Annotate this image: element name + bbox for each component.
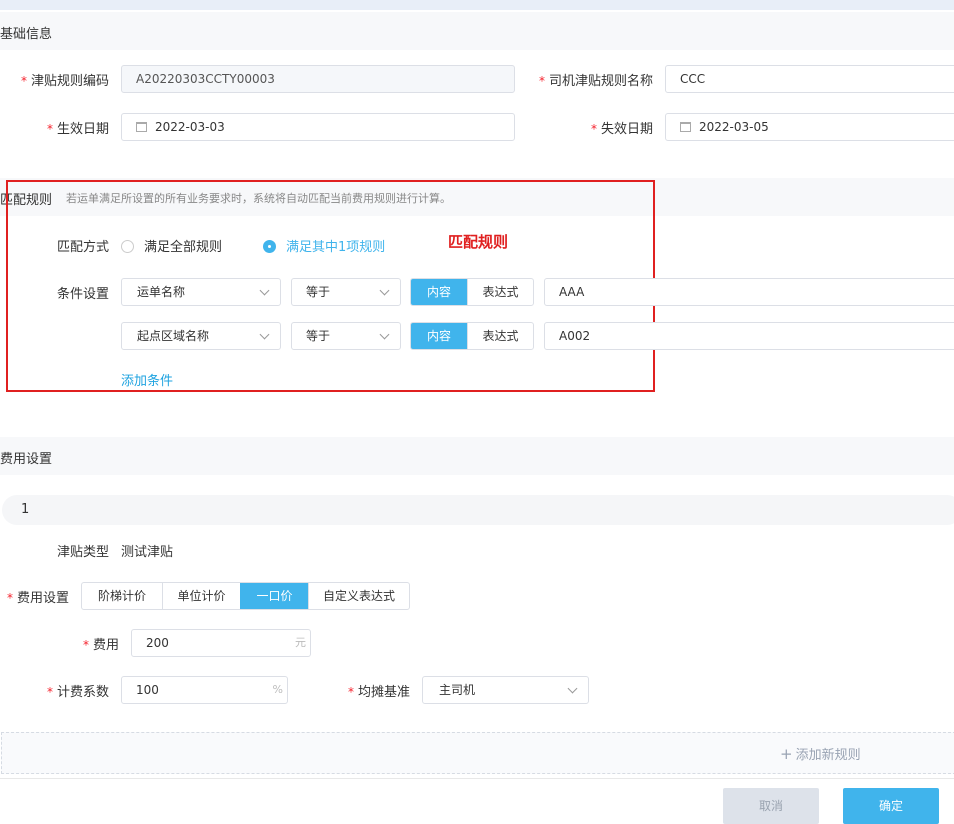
required-mark: * — [590, 122, 597, 136]
fee-section-title: 费用设置 — [0, 452, 53, 467]
pricing-tabs: 阶梯计价 单位计价 一口价 自定义表达式 — [81, 582, 410, 610]
condition-field-select[interactable]: 运单名称 — [121, 278, 281, 306]
calendar-icon — [136, 122, 147, 132]
effective-date-input[interactable]: 2022-03-03 — [121, 113, 515, 141]
chevron-down-icon — [567, 683, 578, 694]
required-mark: * — [20, 74, 27, 88]
cancel-button[interactable]: 取消 — [723, 788, 819, 824]
match-mode-option-all[interactable]: 满足全部规则 — [121, 236, 222, 255]
expire-date-input[interactable]: 2022-03-05 — [665, 113, 954, 141]
add-rule-button[interactable]: + 添加新规则 — [780, 744, 861, 763]
allowance-type-label: 津贴类型 — [56, 545, 109, 560]
share-basis-select[interactable]: 主司机 — [422, 676, 589, 704]
annotation-label: 匹配规则 — [448, 233, 509, 251]
condition-operator-select[interactable]: 等于 — [291, 278, 401, 306]
tab-tiered-pricing[interactable]: 阶梯计价 — [82, 583, 162, 609]
required-mark: * — [82, 638, 89, 652]
mode-content-button[interactable]: 内容 — [411, 323, 467, 349]
amount-unit: 元 — [295, 636, 306, 649]
mode-content-button[interactable]: 内容 — [411, 279, 467, 305]
chevron-down-icon — [259, 329, 270, 340]
expire-date-label: * 失效日期 — [590, 122, 653, 137]
amount-input[interactable]: 200 元 — [131, 629, 311, 657]
required-mark: * — [538, 74, 545, 88]
add-rule-area[interactable]: + 添加新规则 — [1, 732, 954, 774]
tab-custom-expression[interactable]: 自定义表达式 — [308, 583, 409, 609]
mode-expression-button[interactable]: 表达式 — [467, 279, 533, 305]
rule-index-bar: 1 — [2, 495, 954, 525]
mode-expression-button[interactable]: 表达式 — [467, 323, 533, 349]
chevron-down-icon — [379, 329, 390, 340]
effective-date-label: * 生效日期 — [46, 122, 109, 137]
condition-value-input[interactable]: A002 — [544, 322, 954, 350]
condition-label: 条件设置 — [56, 287, 109, 302]
rule-name-label: * 司机津贴规则名称 — [538, 74, 653, 89]
coefficient-unit: % — [272, 683, 283, 696]
coefficient-input[interactable]: 100 % — [121, 676, 288, 704]
chevron-down-icon — [379, 285, 390, 296]
share-basis-label: * 均摊基准 — [347, 685, 410, 700]
footer-divider — [0, 778, 954, 779]
required-mark: * — [6, 591, 13, 605]
confirm-button[interactable]: 确定 — [843, 788, 939, 824]
condition-mode-toggle: 内容 表达式 — [410, 278, 534, 306]
fee-section-header: 费用设置 — [0, 437, 954, 475]
condition-mode-toggle: 内容 表达式 — [410, 322, 534, 350]
calendar-icon — [680, 122, 691, 132]
condition-operator-select[interactable]: 等于 — [291, 322, 401, 350]
allowance-type-value: 测试津贴 — [121, 545, 174, 560]
required-mark: * — [347, 685, 354, 699]
rule-code-label: * 津贴规则编码 — [20, 74, 109, 89]
match-mode-option-any[interactable]: 满足其中1项规则 — [263, 236, 385, 255]
basic-section-title: 基础信息 — [0, 27, 53, 42]
amount-label: * 费用 — [82, 638, 119, 653]
add-condition-link[interactable]: 添加条件 — [121, 370, 173, 389]
required-mark: * — [46, 685, 53, 699]
condition-field-select[interactable]: 起点区域名称 — [121, 322, 281, 350]
basic-section-header: 基础信息 — [0, 12, 954, 50]
required-mark: * — [46, 122, 53, 136]
rule-name-input[interactable]: CCC — [665, 65, 954, 93]
rule-code-input[interactable]: A20220303CCTY00003 — [121, 65, 515, 93]
plus-icon: + — [780, 745, 793, 763]
top-bar — [0, 0, 954, 10]
tab-fixed-price[interactable]: 一口价 — [240, 583, 308, 609]
coefficient-label: * 计费系数 — [46, 685, 109, 700]
chevron-down-icon — [259, 285, 270, 296]
radio-checked-icon — [263, 240, 276, 253]
fee-setting-label: * 费用设置 — [6, 591, 69, 606]
match-mode-label: 匹配方式 — [56, 240, 109, 255]
condition-value-input[interactable]: AAA — [544, 278, 954, 306]
rule-index: 1 — [21, 502, 30, 517]
radio-icon — [121, 240, 134, 253]
tab-unit-pricing[interactable]: 单位计价 — [162, 583, 240, 609]
